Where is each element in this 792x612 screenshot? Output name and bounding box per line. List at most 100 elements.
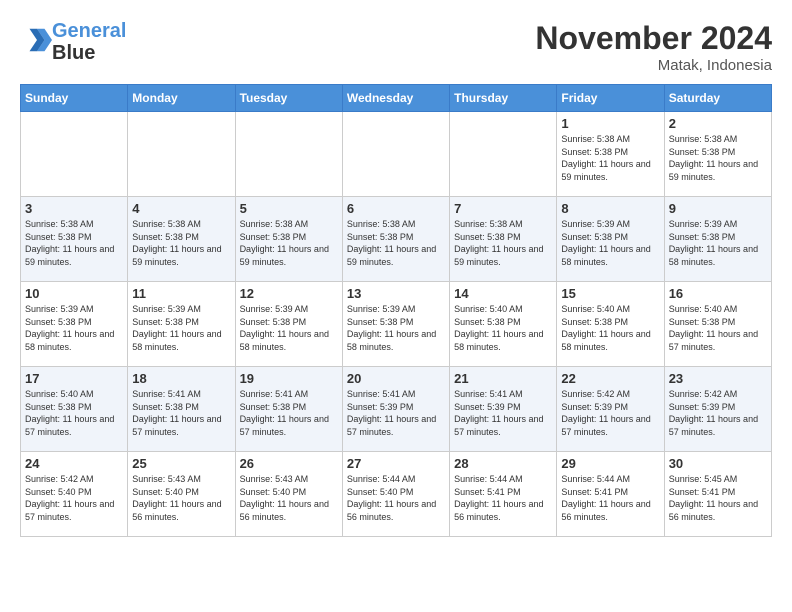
day-number: 18: [132, 371, 230, 386]
calendar-cell: 11Sunrise: 5:39 AM Sunset: 5:38 PM Dayli…: [128, 282, 235, 367]
day-info: Sunrise: 5:44 AM Sunset: 5:41 PM Dayligh…: [561, 473, 659, 523]
day-number: 24: [25, 456, 123, 471]
page-header: GeneralBlue November 2024 Matak, Indones…: [20, 20, 772, 74]
day-info: Sunrise: 5:43 AM Sunset: 5:40 PM Dayligh…: [132, 473, 230, 523]
calendar-body: 1 Sunrise: 5:38 AM Sunset: 5:38 PM Daylig…: [21, 112, 772, 537]
day-info: Sunrise: 5:38 AM Sunset: 5:38 PM Dayligh…: [454, 218, 552, 268]
day-number: 15: [561, 286, 659, 301]
calendar-cell: 9Sunrise: 5:39 AM Sunset: 5:38 PM Daylig…: [664, 197, 771, 282]
calendar-week-3: 10Sunrise: 5:39 AM Sunset: 5:38 PM Dayli…: [21, 282, 772, 367]
calendar-cell: 30 Sunrise: 5:45 AM Sunset: 5:41 PM Dayli…: [664, 452, 771, 537]
weekday-header-tuesday: Tuesday: [235, 85, 342, 112]
calendar-cell: [21, 112, 128, 197]
calendar-cell: 15 Sunrise: 5:40 AM Sunset: 5:38 PM Dayli…: [557, 282, 664, 367]
calendar-cell: 22 Sunrise: 5:42 AM Sunset: 5:39 PM Dayli…: [557, 367, 664, 452]
calendar-cell: 21 Sunrise: 5:41 AM Sunset: 5:39 PM Dayli…: [450, 367, 557, 452]
day-info: Sunrise: 5:38 AM Sunset: 5:38 PM Dayligh…: [561, 133, 659, 183]
day-number: 28: [454, 456, 552, 471]
day-number: 23: [669, 371, 767, 386]
day-info: Sunrise: 5:39 AM Sunset: 5:38 PM Dayligh…: [132, 303, 230, 353]
day-info: Sunrise: 5:41 AM Sunset: 5:39 PM Dayligh…: [454, 388, 552, 438]
calendar-header: SundayMondayTuesdayWednesdayThursdayFrid…: [21, 85, 772, 112]
day-info: Sunrise: 5:38 AM Sunset: 5:38 PM Dayligh…: [132, 218, 230, 268]
day-number: 13: [347, 286, 445, 301]
calendar-cell: 24 Sunrise: 5:42 AM Sunset: 5:40 PM Dayli…: [21, 452, 128, 537]
day-info: Sunrise: 5:38 AM Sunset: 5:38 PM Dayligh…: [240, 218, 338, 268]
calendar-cell: 16 Sunrise: 5:40 AM Sunset: 5:38 PM Dayli…: [664, 282, 771, 367]
day-info: Sunrise: 5:39 AM Sunset: 5:38 PM Dayligh…: [240, 303, 338, 353]
calendar-cell: [128, 112, 235, 197]
day-info: Sunrise: 5:44 AM Sunset: 5:41 PM Dayligh…: [454, 473, 552, 523]
title-block: November 2024 Matak, Indonesia: [535, 20, 772, 74]
day-info: Sunrise: 5:40 AM Sunset: 5:38 PM Dayligh…: [561, 303, 659, 353]
day-number: 25: [132, 456, 230, 471]
calendar-cell: 2 Sunrise: 5:38 AM Sunset: 5:38 PM Daylig…: [664, 112, 771, 197]
calendar-cell: 1 Sunrise: 5:38 AM Sunset: 5:38 PM Daylig…: [557, 112, 664, 197]
day-number: 4: [132, 201, 230, 216]
weekday-header-wednesday: Wednesday: [342, 85, 449, 112]
day-number: 8: [561, 201, 659, 216]
day-info: Sunrise: 5:41 AM Sunset: 5:39 PM Dayligh…: [347, 388, 445, 438]
calendar-cell: 10Sunrise: 5:39 AM Sunset: 5:38 PM Dayli…: [21, 282, 128, 367]
weekday-header-friday: Friday: [557, 85, 664, 112]
day-info: Sunrise: 5:44 AM Sunset: 5:40 PM Dayligh…: [347, 473, 445, 523]
day-info: Sunrise: 5:40 AM Sunset: 5:38 PM Dayligh…: [454, 303, 552, 353]
weekday-header-saturday: Saturday: [664, 85, 771, 112]
day-info: Sunrise: 5:39 AM Sunset: 5:38 PM Dayligh…: [25, 303, 123, 353]
day-number: 3: [25, 201, 123, 216]
day-number: 30: [669, 456, 767, 471]
day-info: Sunrise: 5:41 AM Sunset: 5:38 PM Dayligh…: [240, 388, 338, 438]
calendar-cell: 27 Sunrise: 5:44 AM Sunset: 5:40 PM Dayli…: [342, 452, 449, 537]
calendar-week-5: 24 Sunrise: 5:42 AM Sunset: 5:40 PM Dayli…: [21, 452, 772, 537]
day-info: Sunrise: 5:39 AM Sunset: 5:38 PM Dayligh…: [561, 218, 659, 268]
day-number: 27: [347, 456, 445, 471]
day-number: 5: [240, 201, 338, 216]
day-info: Sunrise: 5:45 AM Sunset: 5:41 PM Dayligh…: [669, 473, 767, 523]
calendar-cell: 29 Sunrise: 5:44 AM Sunset: 5:41 PM Dayli…: [557, 452, 664, 537]
day-info: Sunrise: 5:43 AM Sunset: 5:40 PM Dayligh…: [240, 473, 338, 523]
day-number: 20: [347, 371, 445, 386]
day-info: Sunrise: 5:42 AM Sunset: 5:39 PM Dayligh…: [561, 388, 659, 438]
day-info: Sunrise: 5:38 AM Sunset: 5:38 PM Dayligh…: [669, 133, 767, 183]
day-number: 26: [240, 456, 338, 471]
weekday-header-row: SundayMondayTuesdayWednesdayThursdayFrid…: [21, 85, 772, 112]
month-title: November 2024: [535, 20, 772, 57]
day-number: 17: [25, 371, 123, 386]
calendar-cell: 5 Sunrise: 5:38 AM Sunset: 5:38 PM Daylig…: [235, 197, 342, 282]
logo: GeneralBlue: [20, 20, 126, 64]
calendar-cell: 13 Sunrise: 5:39 AM Sunset: 5:38 PM Dayli…: [342, 282, 449, 367]
day-number: 22: [561, 371, 659, 386]
day-number: 29: [561, 456, 659, 471]
calendar-cell: 7 Sunrise: 5:38 AM Sunset: 5:38 PM Daylig…: [450, 197, 557, 282]
calendar-week-2: 3 Sunrise: 5:38 AM Sunset: 5:38 PM Daylig…: [21, 197, 772, 282]
weekday-header-thursday: Thursday: [450, 85, 557, 112]
day-number: 1: [561, 116, 659, 131]
day-number: 2: [669, 116, 767, 131]
day-info: Sunrise: 5:42 AM Sunset: 5:39 PM Dayligh…: [669, 388, 767, 438]
weekday-header-monday: Monday: [128, 85, 235, 112]
calendar-cell: 23 Sunrise: 5:42 AM Sunset: 5:39 PM Dayli…: [664, 367, 771, 452]
day-number: 6: [347, 201, 445, 216]
logo-icon: [22, 25, 52, 55]
calendar-cell: 19Sunrise: 5:41 AM Sunset: 5:38 PM Dayli…: [235, 367, 342, 452]
location: Matak, Indonesia: [535, 57, 772, 74]
calendar-cell: 20 Sunrise: 5:41 AM Sunset: 5:39 PM Dayli…: [342, 367, 449, 452]
day-info: Sunrise: 5:41 AM Sunset: 5:38 PM Dayligh…: [132, 388, 230, 438]
day-number: 21: [454, 371, 552, 386]
calendar-cell: 18 Sunrise: 5:41 AM Sunset: 5:38 PM Dayli…: [128, 367, 235, 452]
day-number: 7: [454, 201, 552, 216]
calendar-cell: 17Sunrise: 5:40 AM Sunset: 5:38 PM Dayli…: [21, 367, 128, 452]
day-info: Sunrise: 5:38 AM Sunset: 5:38 PM Dayligh…: [25, 218, 123, 268]
day-info: Sunrise: 5:40 AM Sunset: 5:38 PM Dayligh…: [669, 303, 767, 353]
calendar-cell: 14 Sunrise: 5:40 AM Sunset: 5:38 PM Dayli…: [450, 282, 557, 367]
calendar-cell: 26 Sunrise: 5:43 AM Sunset: 5:40 PM Dayli…: [235, 452, 342, 537]
day-info: Sunrise: 5:42 AM Sunset: 5:40 PM Dayligh…: [25, 473, 123, 523]
calendar-cell: 12Sunrise: 5:39 AM Sunset: 5:38 PM Dayli…: [235, 282, 342, 367]
day-number: 16: [669, 286, 767, 301]
calendar-cell: [342, 112, 449, 197]
day-number: 14: [454, 286, 552, 301]
calendar-cell: 28 Sunrise: 5:44 AM Sunset: 5:41 PM Dayli…: [450, 452, 557, 537]
day-info: Sunrise: 5:39 AM Sunset: 5:38 PM Dayligh…: [347, 303, 445, 353]
calendar-cell: 25 Sunrise: 5:43 AM Sunset: 5:40 PM Dayli…: [128, 452, 235, 537]
calendar-week-1: 1 Sunrise: 5:38 AM Sunset: 5:38 PM Daylig…: [21, 112, 772, 197]
